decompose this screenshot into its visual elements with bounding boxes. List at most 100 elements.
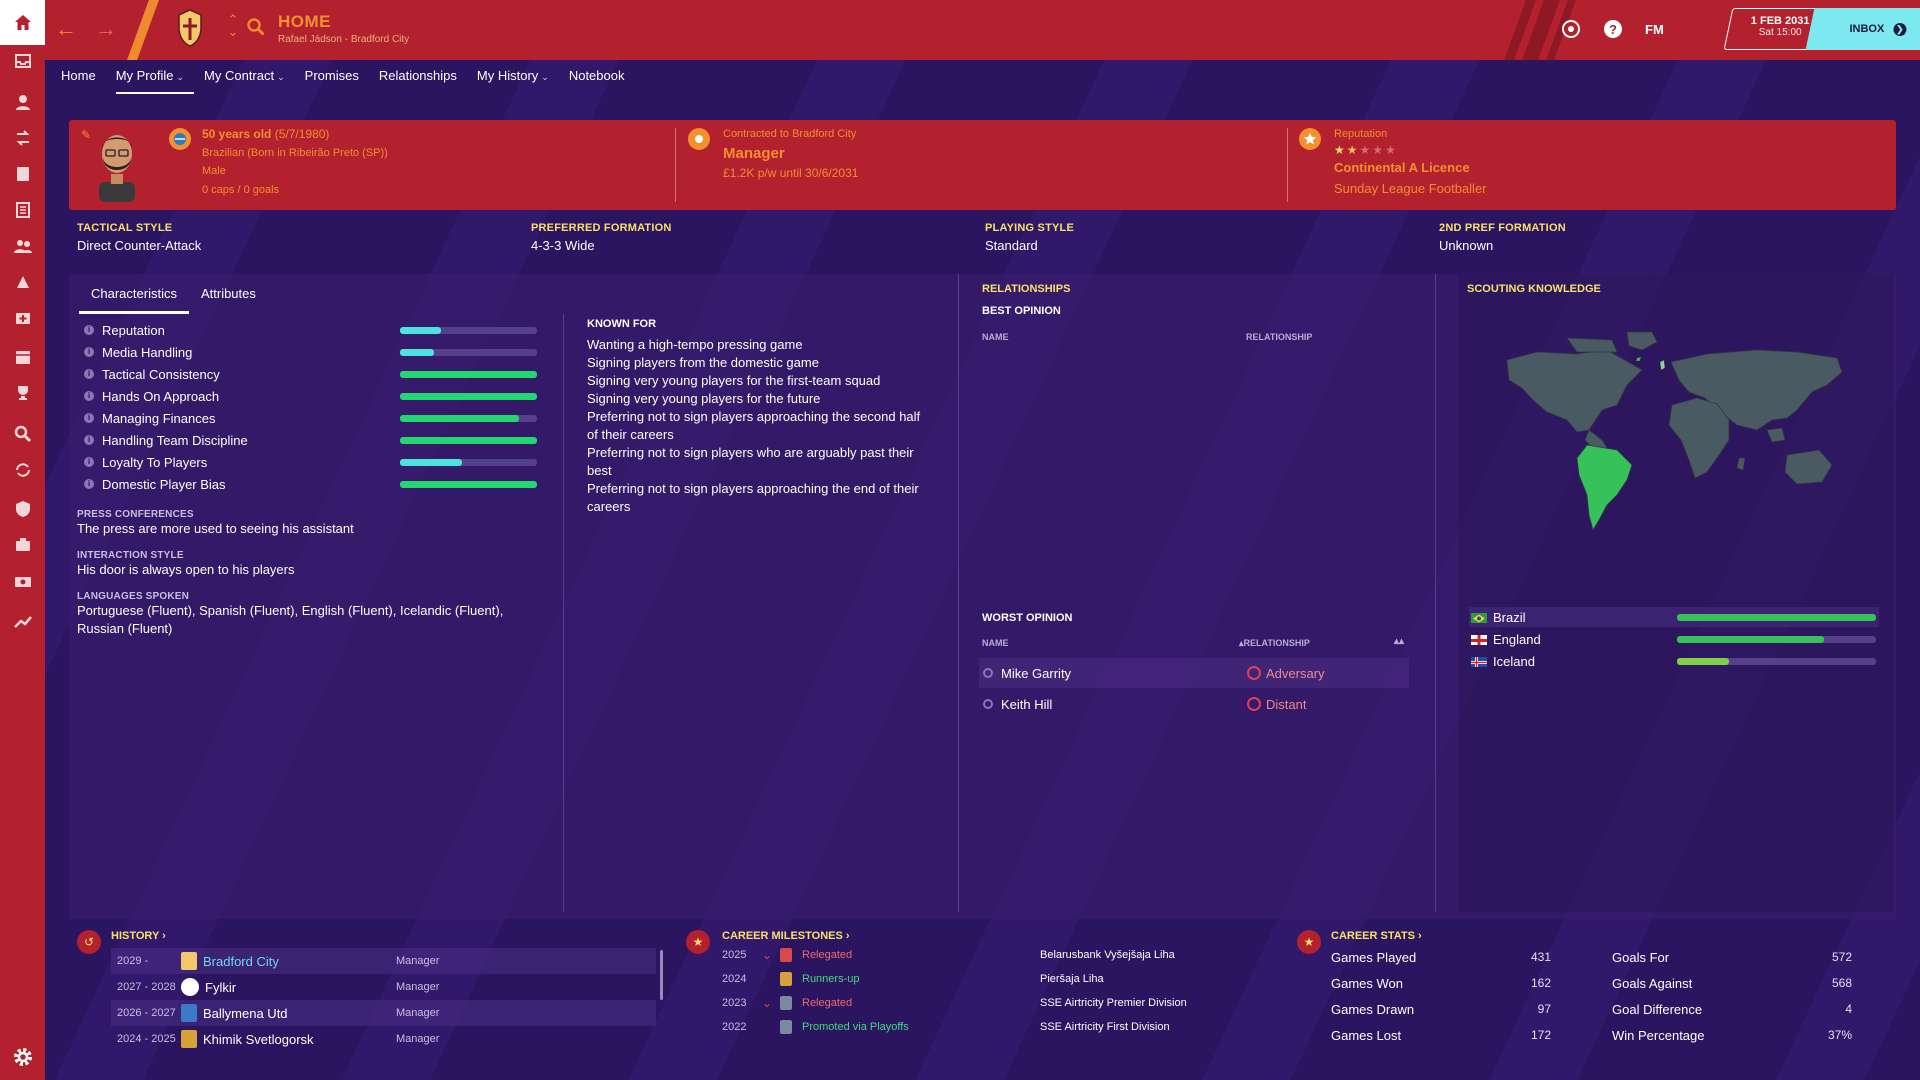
info-icon[interactable]: i (84, 457, 94, 467)
relationships-title[interactable]: RELATIONSHIPS (982, 283, 1070, 295)
history-club[interactable]: Khimik Svetlogorsk (181, 1030, 396, 1048)
history-club[interactable]: Ballymena Utd (181, 1004, 396, 1022)
tab-my-contract[interactable]: My Contract ⌄ (204, 68, 295, 94)
history-title[interactable]: HISTORY › (111, 930, 166, 942)
switch-up-down-icon[interactable]: ⌃ ⌄ (222, 13, 244, 38)
worst-col-name[interactable]: NAME (982, 638, 1009, 648)
milestone-competition[interactable]: SSE Airtricity Premier Division (1040, 997, 1187, 1009)
career-stats-title[interactable]: CAREER STATS › (1331, 930, 1422, 942)
characteristic-row[interactable]: i Managing Finances (84, 408, 215, 428)
fm-menu-button[interactable]: FM (1645, 22, 1664, 37)
scouting-country-row[interactable]: Brazil (1469, 607, 1879, 627)
characteristic-row[interactable]: i Loyalty To Players (84, 452, 207, 472)
scouting-icon[interactable] (0, 419, 45, 449)
scouting-country-row[interactable]: England (1469, 629, 1879, 649)
history-club[interactable]: Bradford City (181, 952, 396, 970)
history-row[interactable]: 2027 - 2028 Fylkir Manager (111, 974, 656, 1000)
info-icon[interactable]: i (84, 347, 94, 357)
club-name[interactable]: Ballymena Utd (203, 1006, 288, 1021)
club-name[interactable]: Khimik Svetlogorsk (203, 1032, 314, 1047)
milestone-row[interactable]: 2025 ⌄ Relegated Belarusbank Vyšejšaja Liha (722, 943, 1302, 967)
career-stat-row: Goals Against 568 (1612, 970, 1852, 996)
info-icon[interactable]: i (84, 325, 94, 335)
edit-pencil-icon[interactable]: ✎ (81, 128, 91, 142)
social-feed-icon[interactable] (1560, 18, 1582, 40)
tab-label: My History (476, 68, 539, 83)
tab-promises[interactable]: Promises (305, 68, 369, 94)
subtab-characteristics[interactable]: Characteristics (79, 284, 189, 314)
squad-icon[interactable] (0, 87, 45, 117)
characteristic-bar (400, 459, 537, 466)
characteristic-row[interactable]: i Tactical Consistency (84, 364, 220, 384)
characteristic-row[interactable]: i Reputation (84, 320, 165, 340)
info-icon[interactable]: i (84, 435, 94, 445)
page-subtitle[interactable]: Rafael Jádson - Bradford City (278, 34, 409, 45)
help-icon[interactable]: ? (1602, 18, 1624, 40)
tab-label: My Contract (204, 68, 275, 83)
scouting-country-row[interactable]: Iceland (1469, 651, 1879, 671)
worst-opinion-row[interactable]: Mike Garrity Adversary (979, 658, 1409, 688)
history-row[interactable]: 2029 - Bradford City Manager (111, 948, 656, 974)
subtab-attributes[interactable]: Attributes (189, 284, 268, 314)
collapse-icon[interactable]: ▴▴ (1394, 636, 1404, 647)
characteristic-bar-fill (400, 459, 462, 466)
training-icon[interactable] (0, 159, 45, 189)
characteristic-row[interactable]: i Domestic Player Bias (84, 474, 226, 494)
development-icon[interactable] (0, 607, 45, 637)
tab-home[interactable]: Home (61, 68, 106, 94)
milestone-row[interactable]: 2024 Runners-up Pieršaja Liha (722, 967, 1302, 991)
club-vision-icon[interactable] (0, 530, 45, 560)
tab-my-profile[interactable]: My Profile ⌄ (115, 68, 195, 94)
back-arrow-icon[interactable]: ← (55, 18, 77, 40)
medical-icon[interactable] (0, 303, 45, 333)
person-name[interactable]: Keith Hill (1001, 697, 1247, 712)
characteristic-row[interactable]: i Media Handling (84, 342, 192, 362)
home-icon[interactable] (0, 0, 45, 45)
info-icon[interactable]: i (84, 369, 94, 379)
competitions-icon[interactable] (0, 378, 45, 408)
inbox-icon[interactable] (0, 46, 45, 76)
info-icon[interactable]: i (84, 391, 94, 401)
characteristic-row[interactable]: i Handling Team Discipline (84, 430, 248, 450)
staff-icon[interactable] (0, 231, 45, 261)
club-crest-icon[interactable] (175, 8, 205, 48)
world-map[interactable] (1467, 280, 1883, 590)
history-scrollbar[interactable] (660, 950, 663, 1000)
history-club[interactable]: Fylkir (181, 978, 396, 996)
info-icon[interactable]: i (84, 413, 94, 423)
reports-icon[interactable] (0, 195, 45, 225)
characteristic-row[interactable]: i Hands On Approach (84, 386, 219, 406)
milestones-title[interactable]: CAREER MILESTONES › (722, 930, 850, 942)
characteristic-bar (400, 393, 537, 400)
schedule-icon[interactable] (0, 342, 45, 372)
milestone-competition[interactable]: Pieršaja Liha (1040, 973, 1104, 985)
history-row[interactable]: 2026 - 2027 Ballymena Utd Manager (111, 1000, 656, 1026)
person-name[interactable]: Mike Garrity (1001, 666, 1247, 681)
milestone-competition[interactable]: SSE Airtricity First Division (1040, 1021, 1170, 1033)
info-icon[interactable]: i (84, 479, 94, 489)
milestone-competition[interactable]: Belarusbank Vyšejšaja Liha (1040, 949, 1175, 961)
search-icon[interactable] (245, 17, 267, 39)
settings-gear-icon[interactable] (12, 1046, 34, 1068)
worst-col-relationship[interactable]: ▴RELATIONSHIP (1239, 638, 1310, 649)
club-info-icon[interactable] (0, 494, 45, 524)
finances-icon[interactable] (0, 567, 45, 597)
milestone-row[interactable]: 2023 ⌄ Relegated SSE Airtricity Premier Div… (722, 991, 1302, 1015)
contract-label[interactable]: Contracted to Bradford City (723, 128, 856, 140)
best-col-relationship[interactable]: RELATIONSHIP (1246, 332, 1312, 342)
transfers-icon[interactable] (0, 455, 45, 485)
forward-arrow-icon[interactable]: → (95, 18, 117, 40)
milestone-row[interactable]: 2022 Promoted via Playoffs SSE Airtricity … (722, 1015, 1302, 1039)
best-col-name[interactable]: NAME (982, 332, 1009, 342)
known-for: KNOWN FOR Wanting a high-tempo pressing … (587, 318, 920, 516)
worst-opinion-row[interactable]: Keith Hill Distant (979, 689, 1409, 719)
inbox-continue-button[interactable]: INBOX ❯ (1805, 8, 1920, 50)
tab-relationships[interactable]: Relationships (379, 68, 467, 94)
history-row[interactable]: 2024 - 2025 Khimik Svetlogorsk Manager (111, 1026, 656, 1052)
club-name[interactable]: Bradford City (203, 954, 279, 969)
tab-notebook[interactable]: Notebook (569, 68, 635, 94)
club-name[interactable]: Fylkir (205, 980, 236, 995)
dynamics-icon[interactable] (0, 123, 45, 153)
tab-my-history[interactable]: My History ⌄ (477, 68, 559, 94)
tactics-icon[interactable] (0, 267, 45, 297)
